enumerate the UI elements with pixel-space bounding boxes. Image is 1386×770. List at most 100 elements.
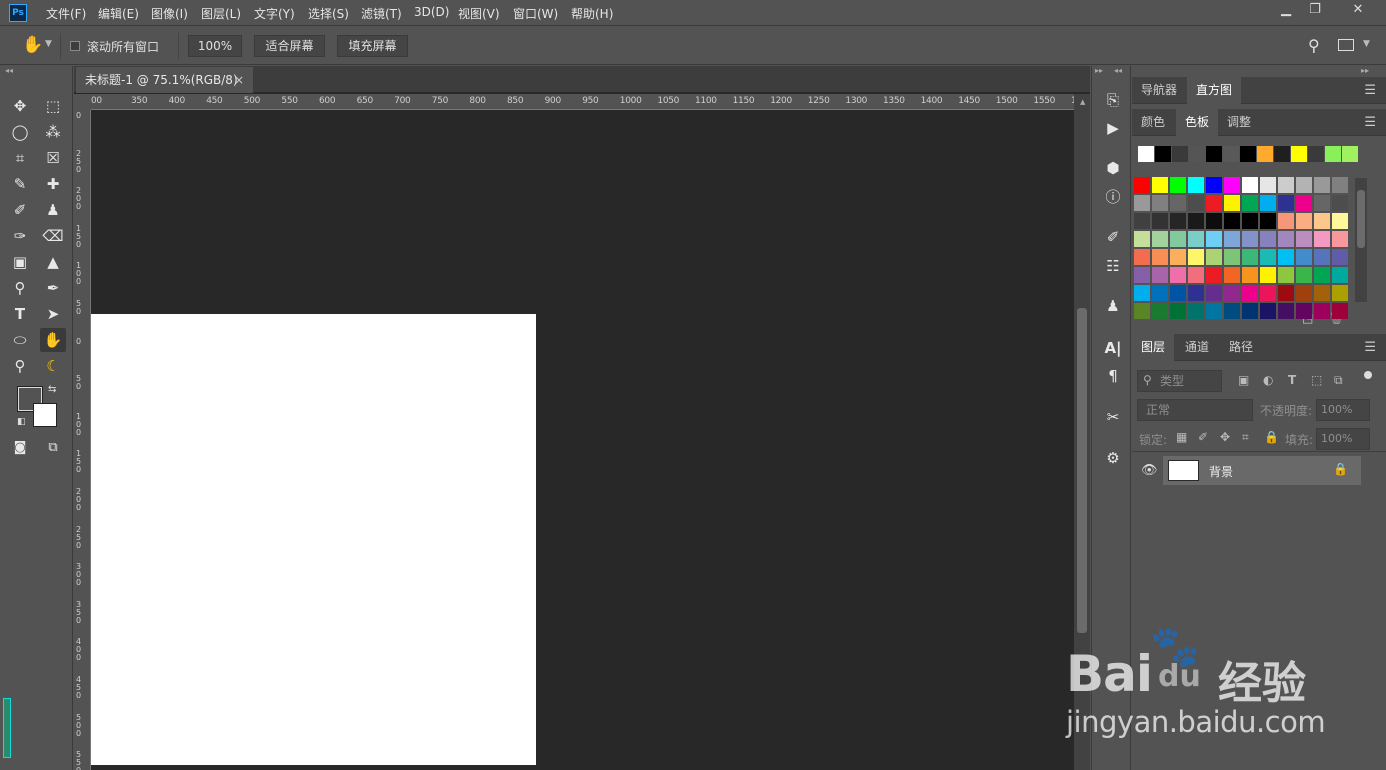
brush-tool-icon[interactable]: ✐ <box>7 198 33 222</box>
color-swatch[interactable] <box>1332 195 1348 211</box>
color-swatch[interactable] <box>1134 195 1150 211</box>
color-swatch[interactable] <box>1134 249 1150 265</box>
background-color[interactable] <box>33 403 57 427</box>
3d-icon[interactable]: ⬢ <box>1101 157 1125 179</box>
scroll-up-icon[interactable]: ▲ <box>1080 98 1085 106</box>
color-swatch[interactable] <box>1242 231 1258 247</box>
chevron-down-icon[interactable]: ▼ <box>45 39 52 49</box>
marquee-tool-icon[interactable]: ⬚ <box>40 94 66 118</box>
menu-select[interactable]: 选择(S) <box>308 5 349 22</box>
ellipse-tool-icon[interactable]: ⬭ <box>7 328 33 352</box>
color-swatch[interactable] <box>1332 213 1348 229</box>
color-swatch[interactable] <box>1296 267 1312 283</box>
recent-swatch[interactable] <box>1342 146 1358 162</box>
close-tab-icon[interactable]: × <box>234 67 244 93</box>
color-swatch[interactable] <box>1260 267 1276 283</box>
collapse-panels-icon[interactable]: ▸▸ <box>1361 66 1369 75</box>
color-swatch[interactable] <box>1260 285 1276 301</box>
color-swatch[interactable] <box>1314 177 1330 193</box>
color-swatch[interactable] <box>1314 303 1330 319</box>
menu-edit[interactable]: 编辑(E) <box>98 5 139 22</box>
restore-button[interactable]: ❐ <box>1300 0 1330 20</box>
lock-image-icon[interactable]: ✐ <box>1198 430 1208 444</box>
color-swatch[interactable] <box>1170 267 1186 283</box>
color-swatch[interactable] <box>1296 231 1312 247</box>
scrollbar-thumb[interactable] <box>1077 308 1087 633</box>
color-swatch[interactable] <box>1314 267 1330 283</box>
fill-screen-button[interactable]: 填充屏幕 <box>337 35 408 57</box>
recent-swatch[interactable] <box>1308 146 1324 162</box>
color-swatch[interactable] <box>1278 231 1294 247</box>
color-swatch[interactable] <box>1242 303 1258 319</box>
lasso-tool-icon[interactable]: ◯ <box>7 120 33 144</box>
recent-swatch[interactable] <box>1240 146 1256 162</box>
color-swatch[interactable] <box>1188 177 1204 193</box>
color-swatch[interactable] <box>1332 303 1348 319</box>
color-swatch[interactable] <box>1206 285 1222 301</box>
recent-swatch[interactable] <box>1155 146 1171 162</box>
tab-layers[interactable]: 图层 <box>1132 334 1175 361</box>
color-swatch[interactable] <box>1278 303 1294 319</box>
color-swatch[interactable] <box>1134 303 1150 319</box>
filter-type-icon[interactable]: T <box>1288 373 1296 387</box>
menu-help[interactable]: 帮助(H) <box>571 5 613 22</box>
color-swatch[interactable] <box>1242 213 1258 229</box>
color-swatch[interactable] <box>1314 285 1330 301</box>
lock-position-icon[interactable]: ✥ <box>1220 430 1230 444</box>
menu-view[interactable]: 视图(V) <box>458 5 500 22</box>
menu-3d[interactable]: 3D(D) <box>414 5 449 19</box>
color-swatch[interactable] <box>1260 195 1276 211</box>
color-swatch[interactable] <box>1278 213 1294 229</box>
screen-mode-icon[interactable]: ⧉ <box>40 436 66 460</box>
path-select-icon[interactable]: ➤ <box>40 302 66 326</box>
color-swatch[interactable] <box>1206 195 1222 211</box>
color-swatch[interactable] <box>1260 177 1276 193</box>
color-swatch[interactable] <box>1206 177 1222 193</box>
banana-icon[interactable]: ☾ <box>40 354 66 378</box>
color-swatch[interactable] <box>1278 249 1294 265</box>
color-swatch[interactable] <box>1314 195 1330 211</box>
color-swatch[interactable] <box>1332 177 1348 193</box>
search-icon[interactable]: ⚲ <box>1308 36 1320 55</box>
color-swatch[interactable] <box>1134 267 1150 283</box>
move-tool-icon[interactable]: ✥ <box>7 94 33 118</box>
color-swatch[interactable] <box>1170 195 1186 211</box>
lock-artboard-icon[interactable]: ⌗ <box>1242 430 1249 445</box>
magic-wand-icon[interactable]: ⁂ <box>40 120 66 144</box>
stamp-tool-icon[interactable]: ♟ <box>40 198 66 222</box>
color-swatch[interactable] <box>1332 231 1348 247</box>
menu-window[interactable]: 窗口(W) <box>513 5 558 22</box>
color-swatch[interactable] <box>1170 177 1186 193</box>
tab-histogram[interactable]: 直方图 <box>1187 77 1242 104</box>
actions-play-icon[interactable]: ▶ <box>1101 117 1125 139</box>
minimize-button[interactable]: ▁ <box>1271 0 1301 20</box>
color-swatch[interactable] <box>1314 213 1330 229</box>
color-swatch[interactable] <box>1332 285 1348 301</box>
color-swatch[interactable] <box>1296 213 1312 229</box>
collapse-icon[interactable]: ◂◂ <box>5 66 13 75</box>
color-swatch[interactable] <box>1242 285 1258 301</box>
document-tab[interactable]: 未标题-1 @ 75.1%(RGB/8) × <box>76 67 253 93</box>
color-swatch[interactable] <box>1188 231 1204 247</box>
history-brush-icon[interactable]: ✑ <box>7 224 33 248</box>
color-swatch[interactable] <box>1332 267 1348 283</box>
color-swatch[interactable] <box>1170 303 1186 319</box>
recent-swatch[interactable] <box>1325 146 1341 162</box>
swap-colors-icon[interactable]: ⇆ <box>48 384 56 395</box>
color-swatch[interactable] <box>1134 177 1150 193</box>
opacity-input[interactable]: 100% <box>1316 399 1370 421</box>
history-icon[interactable]: ⎘ <box>1101 89 1125 111</box>
color-swatch[interactable] <box>1188 249 1204 265</box>
layer-thumbnail[interactable] <box>1168 460 1199 481</box>
color-swatch[interactable] <box>1152 177 1168 193</box>
color-swatch[interactable] <box>1152 213 1168 229</box>
color-swatch[interactable] <box>1152 267 1168 283</box>
brush-settings-icon[interactable]: ✐ <box>1101 226 1125 248</box>
color-swatch[interactable] <box>1224 285 1240 301</box>
menu-file[interactable]: 文件(F) <box>46 5 86 22</box>
color-swatch[interactable] <box>1152 249 1168 265</box>
color-swatch[interactable] <box>1314 249 1330 265</box>
color-swatch[interactable] <box>1296 177 1312 193</box>
expand-icon[interactable]: ▸▸ <box>1095 66 1103 75</box>
hand-icon[interactable]: ✋ <box>22 35 43 55</box>
